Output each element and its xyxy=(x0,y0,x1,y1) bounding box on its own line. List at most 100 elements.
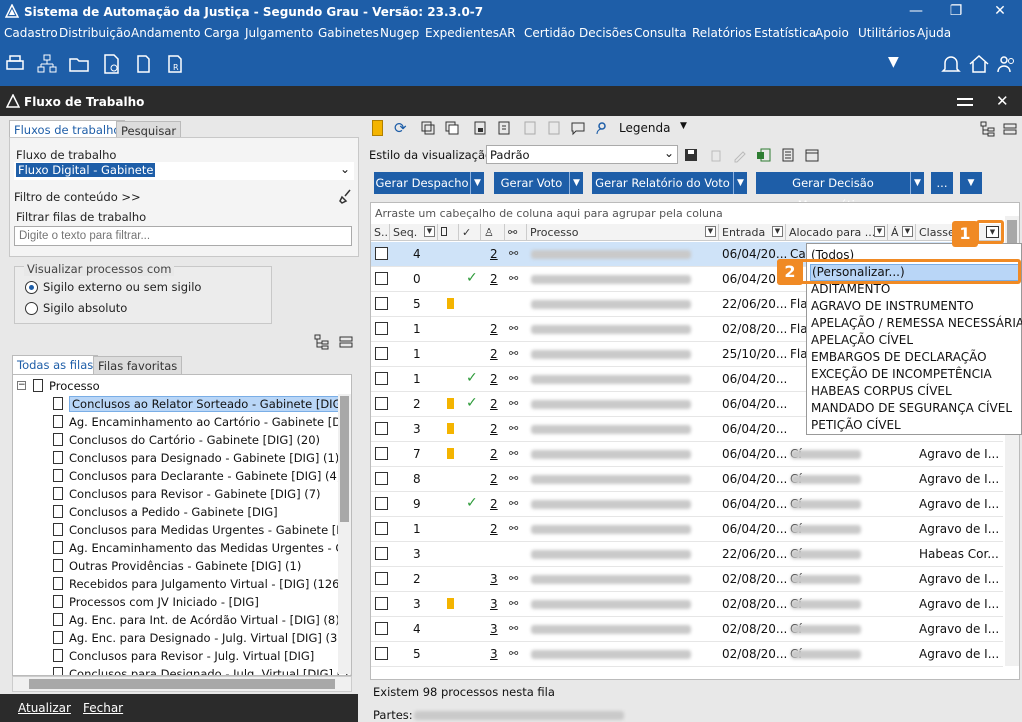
table-row[interactable]: 33⚯02/08/20...CíAgravo de I... xyxy=(371,592,1003,617)
row-checkbox[interactable] xyxy=(375,422,388,435)
link-icon[interactable]: ⚯ xyxy=(509,422,518,435)
dropdown-item[interactable]: EMBARGOS DE DECLARAÇÃO xyxy=(811,350,987,364)
save-icon[interactable] xyxy=(683,147,699,163)
close-button[interactable]: Fechar xyxy=(83,701,123,715)
gerar-decisao-dropdown[interactable]: ▼ xyxy=(910,172,924,194)
dropdown-item[interactable]: PETIÇÃO CÍVEL xyxy=(811,418,901,432)
link-icon[interactable]: ⚯ xyxy=(509,647,518,660)
col-header-link[interactable]: ⚯ xyxy=(505,224,527,241)
filter-dropdown-icon[interactable]: ▼ xyxy=(874,226,885,237)
row-link-count[interactable]: 3 xyxy=(490,647,498,661)
tree-item[interactable]: Conclusos para Medidas Urgentes - Gabine… xyxy=(53,521,351,539)
more-button[interactable]: ... xyxy=(931,172,953,194)
lock-document-icon[interactable] xyxy=(472,120,488,136)
table-row[interactable]: 53⚯02/08/20...CíAgravo de I... xyxy=(371,642,1003,667)
menu-consulta[interactable]: Consulta xyxy=(634,26,687,40)
toolbar-overflow-button[interactable]: ▼ xyxy=(960,172,982,194)
link-icon[interactable]: ⚯ xyxy=(509,572,518,585)
tree-item[interactable]: Ag. Encaminhamento ao Cartório - Gabinet… xyxy=(53,413,351,431)
gerar-relatorio-button[interactable]: Gerar Relatório do Voto xyxy=(592,172,733,194)
menu-ajuda[interactable]: Ajuda xyxy=(917,26,951,40)
row-link-count[interactable]: 2 xyxy=(490,422,498,436)
tree-vertical-scrollbar[interactable] xyxy=(338,394,351,674)
tree-item[interactable]: Conclusos para Designado - Gabinete [DIG… xyxy=(53,449,339,467)
col-header-seq[interactable]: Seq. ▼ xyxy=(390,224,438,241)
row-checkbox[interactable] xyxy=(375,322,388,335)
row-link-count[interactable]: 2 xyxy=(490,447,498,461)
tree-item[interactable]: Ag. Encaminhamento das Medidas Urgentes … xyxy=(53,539,351,557)
menu-estatistica[interactable]: Estatística xyxy=(754,26,816,40)
menu-gabinetes[interactable]: Gabinetes xyxy=(318,26,379,40)
grid-expand-icon[interactable] xyxy=(980,121,996,137)
row-checkbox[interactable] xyxy=(375,472,388,485)
archive-icon[interactable] xyxy=(522,120,538,136)
table-row[interactable]: 322/06/20...CíHabeas Cor... xyxy=(371,542,1003,567)
link-icon[interactable]: ⚯ xyxy=(509,347,518,360)
tree-horizontal-scrollbar[interactable] xyxy=(12,676,352,692)
window-stack-icon[interactable] xyxy=(444,120,460,136)
trash-icon[interactable] xyxy=(708,147,724,163)
queue-filter-input[interactable] xyxy=(14,226,352,246)
link-icon[interactable]: ⚯ xyxy=(509,247,518,260)
row-checkbox[interactable] xyxy=(375,347,388,360)
tree-item[interactable]: Outras Providências - Gabinete [DIG] (1) xyxy=(53,557,301,575)
tree-item[interactable]: Conclusos para Revisor - Gabinete [DIG] … xyxy=(53,485,321,503)
link-icon[interactable]: ⚯ xyxy=(509,597,518,610)
user-home-icon[interactable] xyxy=(968,53,990,75)
dropdown-item[interactable]: EXCEÇÃO DE INCOMPETÊNCIA xyxy=(811,367,992,381)
gerar-relatorio-dropdown[interactable]: ▼ xyxy=(733,172,747,194)
row-checkbox[interactable] xyxy=(375,297,388,310)
printer-icon[interactable] xyxy=(4,53,26,75)
col-header-check[interactable]: ✓ xyxy=(459,224,481,241)
restore-button[interactable]: ❐ xyxy=(936,0,976,24)
menu-apoio[interactable]: Apoio xyxy=(815,26,849,40)
menu-expedientes[interactable]: Expedientes xyxy=(425,26,499,40)
tree-item[interactable]: Conclusos do Cartório - Gabinete [DIG] (… xyxy=(53,431,320,449)
link-icon[interactable]: ⚯ xyxy=(509,447,518,460)
style-select[interactable]: Padrão ⌄ xyxy=(486,145,678,164)
filter-doc-icon[interactable] xyxy=(546,120,562,136)
user-search-icon[interactable] xyxy=(594,120,610,136)
row-checkbox[interactable] xyxy=(375,547,388,560)
row-checkbox[interactable] xyxy=(375,247,388,260)
link-icon[interactable]: ⚯ xyxy=(509,472,518,485)
table-row[interactable]: 43⚯02/08/20...CíAgravo de I... xyxy=(371,617,1003,642)
col-header-processo[interactable]: Processo ▼ xyxy=(527,224,719,241)
grid-collapse-icon[interactable] xyxy=(1002,121,1018,137)
row-link-count[interactable]: 3 xyxy=(490,572,498,586)
excel-export-icon[interactable] xyxy=(756,147,772,163)
pencil-icon[interactable] xyxy=(732,147,748,163)
radio-sigilo-absoluto[interactable] xyxy=(25,302,38,315)
row-checkbox[interactable] xyxy=(375,272,388,285)
link-icon[interactable]: ⚯ xyxy=(509,497,518,510)
menu-distribuicao[interactable]: Distribuição xyxy=(59,26,131,40)
panel-close-button[interactable]: ✕ xyxy=(996,92,1009,110)
dropdown-item[interactable]: MANDADO DE SEGURANÇA CÍVEL xyxy=(811,401,1012,415)
document-copy-icon[interactable] xyxy=(132,53,154,75)
toolbar-dropdown-icon[interactable]: ▼ xyxy=(888,54,910,76)
tree-item[interactable]: Ag. Enc. para Designado - Julg. Virtual … xyxy=(53,629,342,647)
col-header-alocado[interactable]: Alocado para ... ▼ xyxy=(786,224,888,241)
tree-item[interactable]: Conclusos para Revisor - Julg. Virtual [… xyxy=(53,647,314,665)
tree-item[interactable]: Recebidos para Julgamento Virtual - [DIG… xyxy=(53,575,344,593)
gerar-despacho-dropdown[interactable]: ▼ xyxy=(470,172,484,194)
row-link-count[interactable]: 2 xyxy=(490,272,498,286)
calendar-icon[interactable] xyxy=(804,147,820,163)
row-checkbox[interactable] xyxy=(375,372,388,385)
menu-decisoes[interactable]: Decisões xyxy=(579,26,633,40)
col-header-bookmark[interactable] xyxy=(438,224,459,241)
col-header-user[interactable]: ♙ xyxy=(481,224,505,241)
panel-options-icon[interactable] xyxy=(954,90,976,112)
refresh-icon[interactable]: ⟳ xyxy=(394,119,407,137)
tree-expand-icon[interactable] xyxy=(314,334,330,350)
row-link-count[interactable]: 2 xyxy=(490,347,498,361)
tree-item[interactable]: Conclusos para Declarante - Gabinete [DI… xyxy=(53,467,341,485)
gerar-decisao-button[interactable]: Gerar Decisão Monocrática xyxy=(756,172,910,212)
row-checkbox[interactable] xyxy=(375,622,388,635)
row-checkbox[interactable] xyxy=(375,647,388,660)
row-checkbox[interactable] xyxy=(375,522,388,535)
menu-julgamento[interactable]: Julgamento xyxy=(245,26,313,40)
minimize-button[interactable]: — xyxy=(896,0,936,24)
menu-cadastro[interactable]: Cadastro xyxy=(4,26,58,40)
menu-andamento[interactable]: Andamento xyxy=(131,26,201,40)
